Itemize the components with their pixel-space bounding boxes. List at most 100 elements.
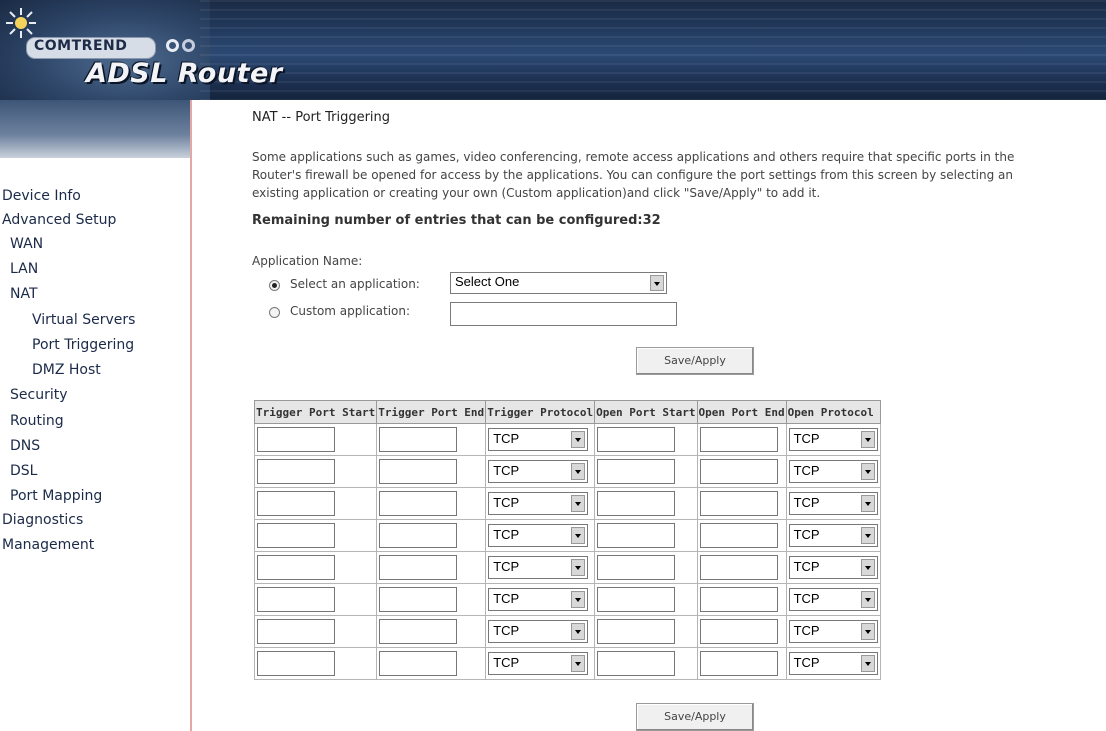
select-application-label: Select an application: — [290, 277, 420, 291]
open-port-start-input[interactable] — [597, 619, 676, 644]
trigger-protocol-select[interactable]: TCP — [488, 460, 589, 483]
trigger-protocol-select[interactable]: TCP — [488, 588, 589, 611]
remaining-entries-text: Remaining number of entries that can be … — [252, 213, 661, 228]
table-row: TCP TCP — [253, 455, 881, 488]
trigger-protocol-value: TCP — [493, 559, 520, 574]
nav-item-port-triggering[interactable]: Port Triggering — [32, 337, 134, 353]
nav-item-diagnostics[interactable]: Diagnostics — [2, 512, 83, 528]
chevron-down-icon — [860, 431, 875, 448]
open-port-start-input[interactable] — [597, 459, 676, 484]
open-protocol-select[interactable]: TCP — [788, 460, 878, 483]
open-port-end-input[interactable] — [699, 491, 778, 516]
nav-item-device-info[interactable]: Device Info — [2, 188, 81, 204]
chevron-down-icon — [571, 463, 586, 480]
nav-item-advanced-setup[interactable]: Advanced Setup — [2, 212, 116, 228]
trigger-port-start-input[interactable] — [257, 459, 335, 484]
nav-item-dns[interactable]: DNS — [10, 438, 40, 454]
open-port-end-input[interactable] — [699, 619, 778, 644]
description-line-1: Some applications such as games, video c… — [252, 150, 1015, 164]
open-port-end-input[interactable] — [699, 651, 778, 676]
open-protocol-select[interactable]: TCP — [788, 588, 878, 611]
trigger-protocol-value: TCP — [493, 495, 520, 510]
nav-item-wan[interactable]: WAN — [10, 236, 43, 252]
trigger-protocol-select[interactable]: TCP — [488, 556, 589, 579]
logo-ring-icon — [182, 39, 195, 52]
header-stripes — [200, 0, 1106, 100]
open-protocol-value: TCP — [793, 655, 820, 670]
chevron-down-icon — [571, 591, 586, 608]
application-select[interactable]: Select One — [450, 272, 667, 294]
chevron-down-icon — [571, 527, 586, 544]
trigger-protocol-select[interactable]: TCP — [488, 428, 589, 451]
sidebar-header-fade — [0, 100, 190, 158]
trigger-port-end-input[interactable] — [379, 587, 458, 612]
nav-item-dsl[interactable]: DSL — [10, 463, 37, 479]
trigger-port-end-input[interactable] — [379, 459, 458, 484]
chevron-down-icon — [571, 431, 586, 448]
nav-item-dmz-host[interactable]: DMZ Host — [32, 362, 101, 378]
open-port-start-input[interactable] — [597, 555, 676, 580]
open-port-end-input[interactable] — [699, 555, 778, 580]
page-title: NAT -- Port Triggering — [252, 110, 391, 125]
chevron-down-icon — [860, 559, 875, 576]
select-application-radio[interactable] — [269, 280, 280, 291]
trigger-port-start-input[interactable] — [257, 587, 335, 612]
open-port-start-input[interactable] — [597, 523, 676, 548]
trigger-port-end-input[interactable] — [379, 555, 458, 580]
nav-item-security[interactable]: Security — [10, 387, 68, 403]
open-protocol-value: TCP — [793, 591, 820, 606]
header-trigger-protocol: Trigger Protocol — [485, 400, 596, 424]
open-port-end-input[interactable] — [699, 459, 778, 484]
open-protocol-select[interactable]: TCP — [788, 492, 878, 515]
table-row: TCP TCP — [253, 647, 881, 680]
open-port-start-input[interactable] — [597, 651, 676, 676]
trigger-port-start-input[interactable] — [257, 555, 335, 580]
trigger-port-end-input[interactable] — [379, 651, 458, 676]
open-protocol-select[interactable]: TCP — [788, 524, 878, 547]
trigger-port-end-input[interactable] — [379, 427, 458, 452]
trigger-protocol-value: TCP — [493, 591, 520, 606]
open-port-start-input[interactable] — [597, 427, 676, 452]
header-banner: COMTREND ADSL Router — [0, 0, 1106, 100]
trigger-protocol-select[interactable]: TCP — [488, 524, 589, 547]
custom-application-radio[interactable] — [269, 307, 280, 318]
open-protocol-select[interactable]: TCP — [788, 556, 878, 579]
trigger-protocol-select[interactable]: TCP — [488, 652, 589, 675]
trigger-port-end-input[interactable] — [379, 619, 458, 644]
custom-application-label: Custom application: — [290, 304, 411, 318]
trigger-protocol-select[interactable]: TCP — [488, 492, 589, 515]
open-port-end-input[interactable] — [699, 523, 778, 548]
brand-logo-text: COMTREND — [34, 38, 128, 54]
trigger-port-start-input[interactable] — [257, 619, 335, 644]
trigger-port-start-input[interactable] — [257, 523, 335, 548]
comtrend-logo-icon — [6, 8, 36, 38]
trigger-protocol-select[interactable]: TCP — [488, 620, 589, 643]
nav-item-virtual-servers[interactable]: Virtual Servers — [32, 312, 135, 328]
open-port-start-input[interactable] — [597, 587, 676, 612]
open-port-start-input[interactable] — [597, 491, 676, 516]
table-row: TCP TCP — [253, 487, 881, 520]
trigger-port-start-input[interactable] — [257, 491, 335, 516]
open-port-end-input[interactable] — [699, 427, 778, 452]
save-apply-button-top[interactable]: Save/Apply — [636, 347, 754, 375]
open-protocol-select[interactable]: TCP — [788, 652, 878, 675]
product-title: ADSL Router — [86, 58, 283, 89]
nav-item-nat[interactable]: NAT — [10, 286, 38, 302]
custom-application-input[interactable] — [450, 302, 677, 326]
trigger-protocol-value: TCP — [493, 623, 520, 638]
trigger-port-start-input[interactable] — [257, 651, 335, 676]
nav-item-routing[interactable]: Routing — [10, 413, 64, 429]
open-port-end-input[interactable] — [699, 587, 778, 612]
open-protocol-select[interactable]: TCP — [788, 428, 878, 451]
nav-item-port-mapping[interactable]: Port Mapping — [10, 488, 102, 504]
chevron-down-icon — [571, 623, 586, 640]
trigger-port-end-input[interactable] — [379, 523, 458, 548]
chevron-down-icon — [860, 655, 875, 672]
nav-item-lan[interactable]: LAN — [10, 261, 38, 277]
application-name-label: Application Name: — [252, 254, 363, 268]
trigger-port-start-input[interactable] — [257, 427, 335, 452]
trigger-port-end-input[interactable] — [379, 491, 458, 516]
nav-item-management[interactable]: Management — [2, 537, 94, 553]
open-protocol-select[interactable]: TCP — [788, 620, 878, 643]
save-apply-button-bottom[interactable]: Save/Apply — [636, 703, 754, 731]
